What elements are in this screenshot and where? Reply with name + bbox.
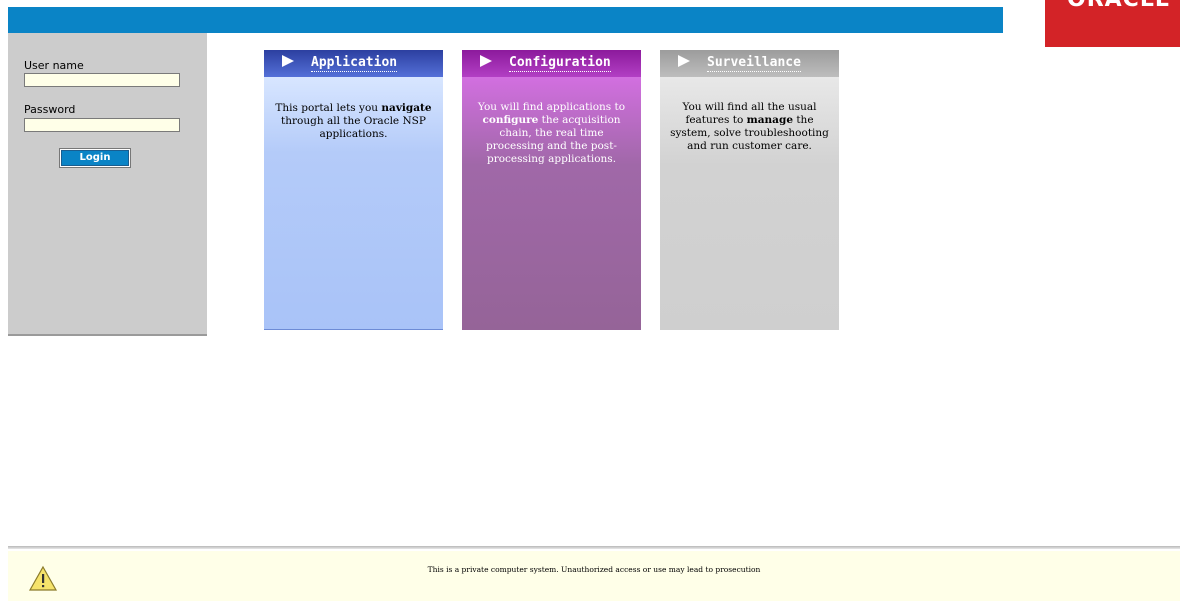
application-card-header[interactable]: Application bbox=[264, 50, 443, 77]
username-label: User name bbox=[24, 59, 84, 72]
configuration-card-body: You will find applications to configure … bbox=[462, 77, 641, 330]
configuration-card-header[interactable]: Configuration bbox=[462, 50, 641, 77]
password-label: Password bbox=[24, 103, 76, 116]
application-card-text: This portal lets you navigate through al… bbox=[275, 102, 432, 140]
surveillance-card-header[interactable]: Surveillance bbox=[660, 50, 839, 77]
surveillance-card[interactable]: Surveillance You will find all the usual… bbox=[660, 50, 839, 330]
header-bar bbox=[8, 7, 1003, 33]
application-card-title[interactable]: Application bbox=[311, 55, 398, 72]
configuration-keyword: configure bbox=[482, 114, 539, 126]
surveillance-keyword: manage bbox=[746, 114, 793, 126]
surveillance-card-body: You will find all the usual features to … bbox=[660, 77, 839, 330]
security-notice: This is a private computer system. Unaut… bbox=[427, 565, 761, 574]
logo-text: ORACLE bbox=[1067, 0, 1171, 12]
login-button[interactable]: Login bbox=[61, 150, 129, 166]
surveillance-card-text: You will find all the usual features to … bbox=[670, 101, 829, 152]
surveillance-card-title[interactable]: Surveillance bbox=[707, 55, 801, 72]
footer: This is a private computer system. Unaut… bbox=[8, 551, 1180, 601]
play-arrow-icon bbox=[282, 55, 294, 67]
configuration-card[interactable]: Configuration You will find applications… bbox=[462, 50, 641, 330]
play-arrow-icon bbox=[480, 55, 492, 67]
login-panel: User name Password Login bbox=[8, 33, 207, 336]
username-field[interactable] bbox=[24, 73, 180, 87]
footer-divider bbox=[8, 546, 1180, 549]
oracle-logo: ORACLE bbox=[1045, 0, 1180, 47]
configuration-card-text: You will find applications to configure … bbox=[477, 101, 626, 165]
application-card-body: This portal lets you navigate through al… bbox=[264, 77, 443, 330]
application-keyword: navigate bbox=[381, 102, 432, 114]
password-field[interactable] bbox=[24, 118, 180, 132]
play-arrow-icon bbox=[678, 55, 690, 67]
application-card[interactable]: Application This portal lets you navigat… bbox=[264, 50, 443, 330]
configuration-card-title[interactable]: Configuration bbox=[509, 55, 611, 72]
